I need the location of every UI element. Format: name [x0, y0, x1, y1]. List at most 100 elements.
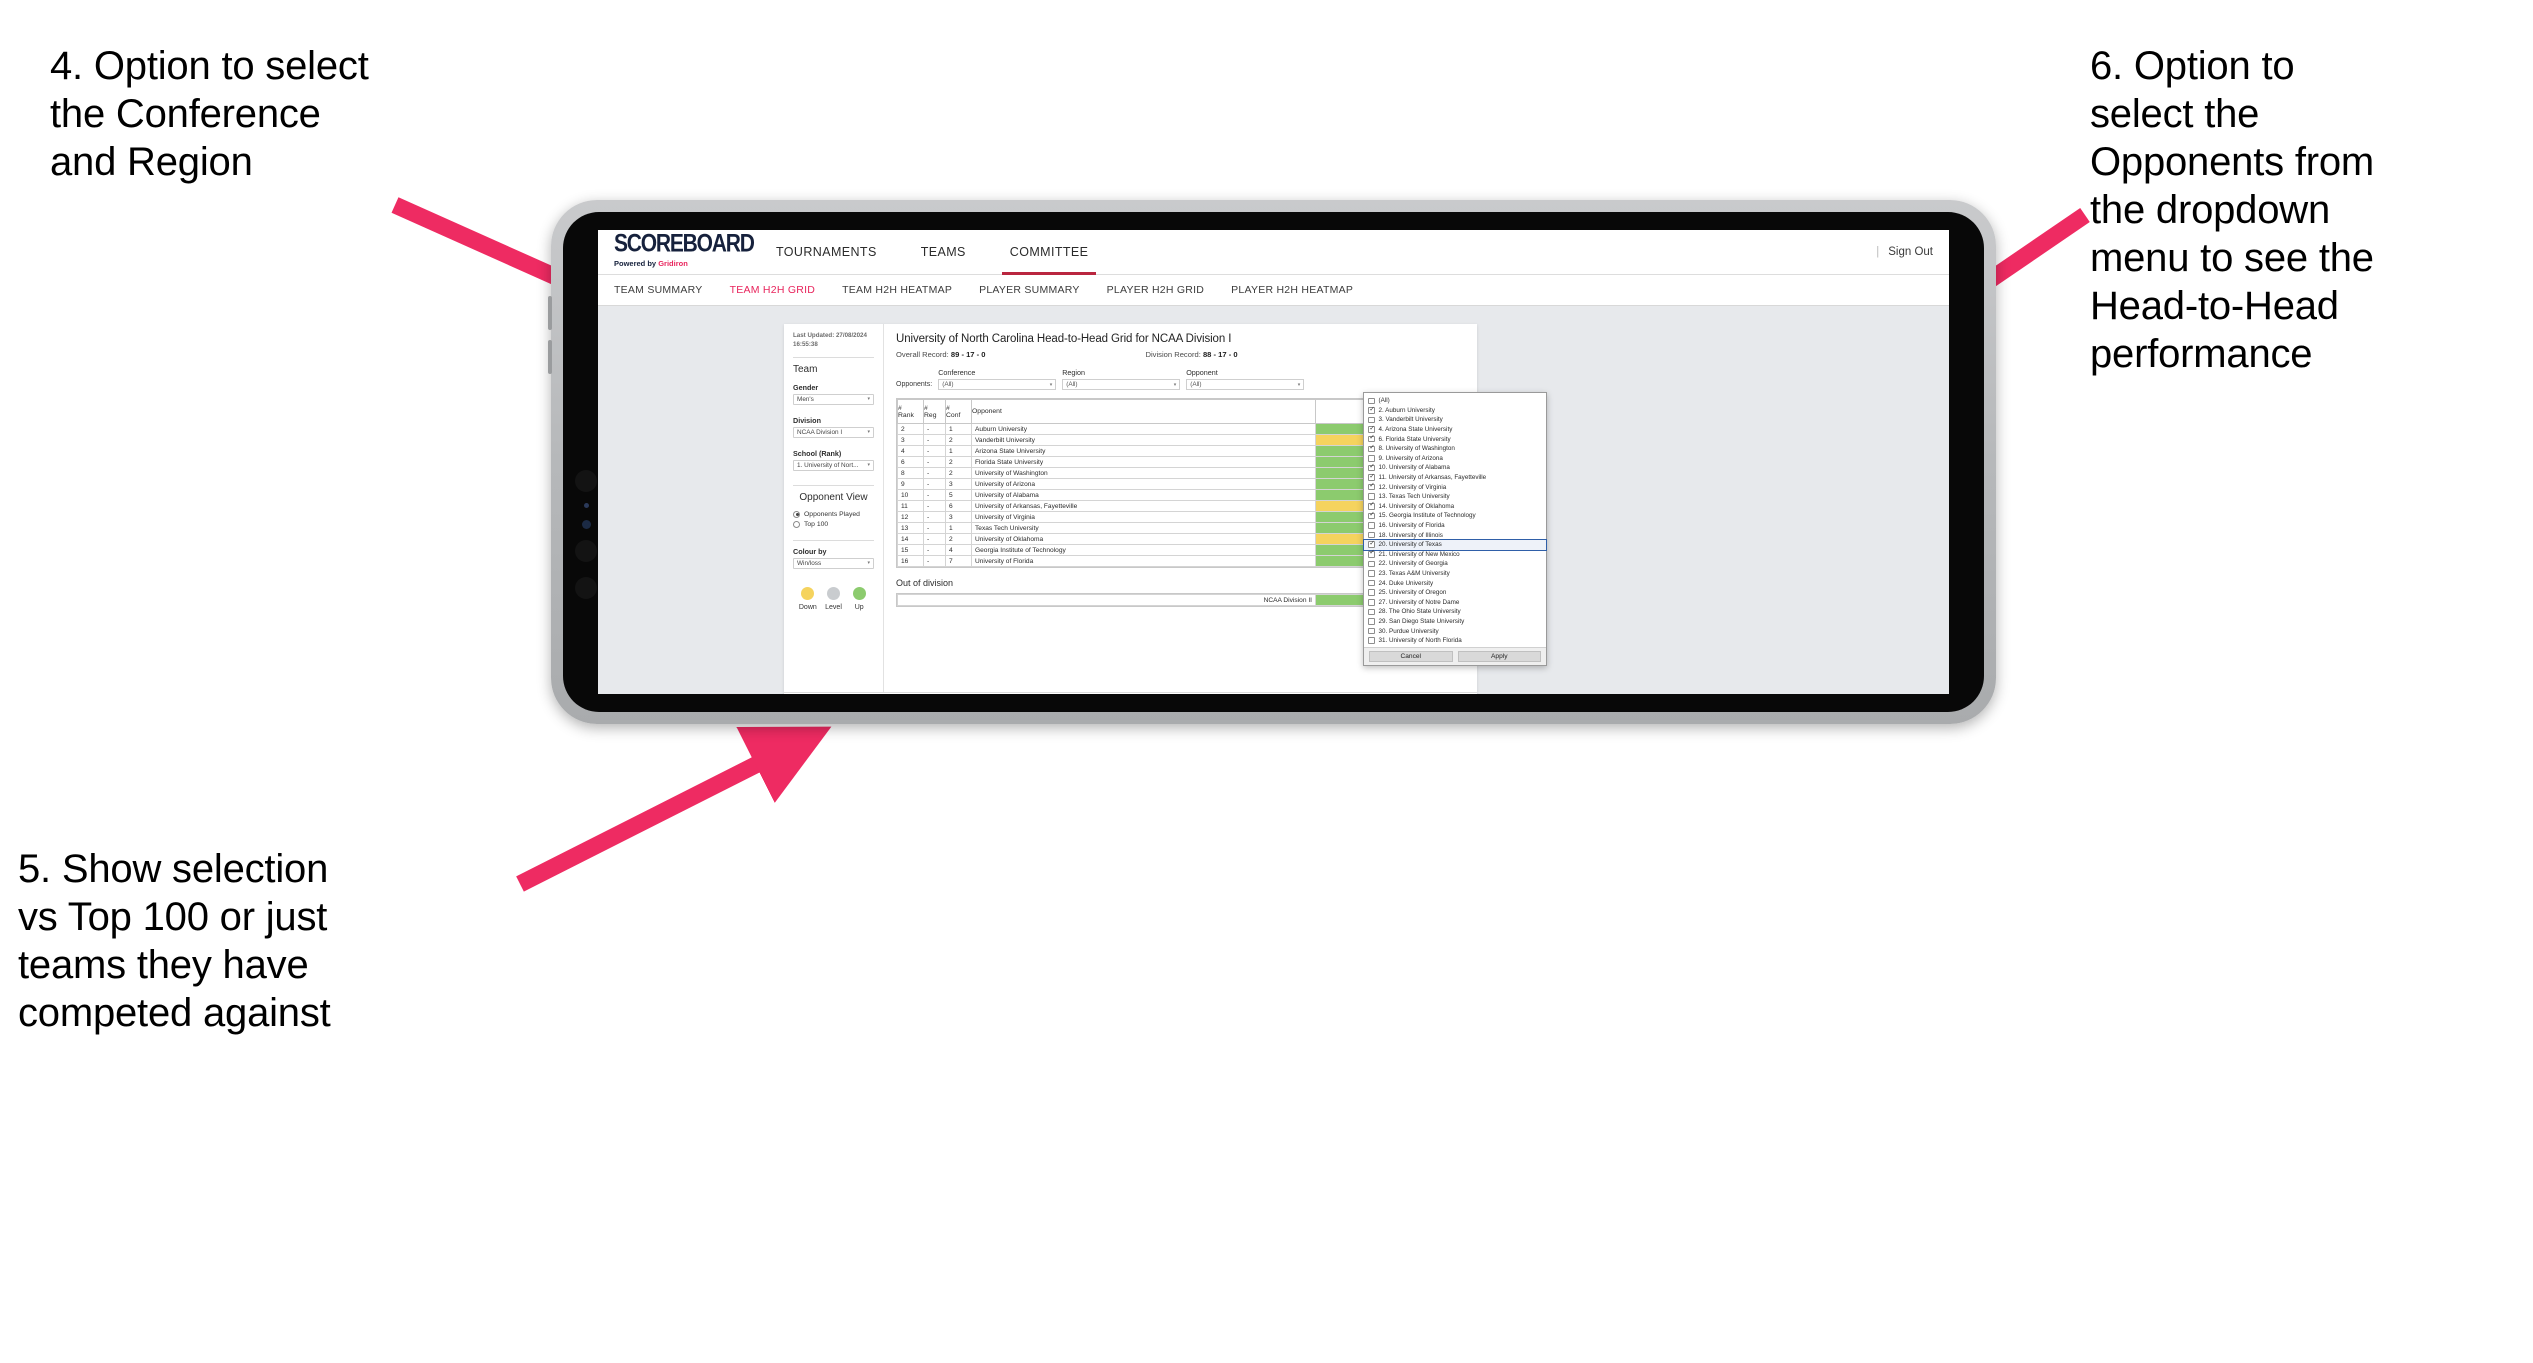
radio-opponents-played[interactable]: Opponents Played [793, 510, 874, 518]
checkbox-unchecked-icon[interactable] [1368, 618, 1375, 625]
cell-conf: 2 [945, 533, 972, 545]
dropdown-item[interactable]: 2. Auburn University [1364, 406, 1546, 416]
checkbox-unchecked-icon[interactable] [1368, 493, 1375, 500]
dropdown-item[interactable]: 21. University of New Mexico [1364, 550, 1546, 560]
dropdown-item[interactable]: 23. Texas A&M University [1364, 569, 1546, 579]
opponent-dropdown-popup[interactable]: (All)2. Auburn University 3. Vanderbilt U… [1363, 392, 1547, 667]
dropdown-item[interactable]: 4. Arizona State University [1364, 425, 1546, 435]
dropdown-item[interactable]: 28. The Ohio State University [1364, 607, 1546, 617]
sign-out-link[interactable]: Sign Out [1888, 246, 1933, 258]
cancel-button[interactable]: Cancel [1369, 651, 1453, 663]
checkbox-checked-icon[interactable] [1368, 407, 1375, 414]
dropdown-item[interactable]: (All) [1364, 396, 1546, 406]
dropdown-item[interactable]: 6. Florida State University [1364, 434, 1546, 444]
opponent-select[interactable]: (All) ▾ [1186, 379, 1305, 390]
dropdown-item[interactable]: 11. University of Arkansas, Fayetteville [1364, 473, 1546, 483]
conference-value: (All) [942, 381, 954, 388]
col-rank[interactable]: # Rank [897, 399, 924, 424]
dropdown-item[interactable]: 29. San Diego State University [1364, 617, 1546, 627]
conference-filter: Conference (All) ▾ [938, 368, 1057, 390]
school-select[interactable]: 1. University of Nort... ▾ [793, 459, 874, 471]
dropdown-item[interactable]: 12. University of Virginia [1364, 482, 1546, 492]
dropdown-item[interactable]: 13. Texas Tech University [1364, 492, 1546, 502]
subtab-team-summary[interactable]: TEAM SUMMARY [614, 284, 703, 296]
cell-rank: 16 [897, 555, 924, 567]
dropdown-item[interactable]: 8. University of Washington [1364, 444, 1546, 454]
opponent-dropdown-list[interactable]: (All)2. Auburn University 3. Vanderbilt U… [1363, 393, 1547, 647]
dropdown-item[interactable]: 27. University of Notre Dame [1364, 597, 1546, 607]
cell-opponent: Georgia Institute of Technology [971, 544, 1316, 556]
app-logo[interactable]: SCOREBOARD Powered by Gridiron [614, 231, 755, 269]
checkbox-checked-icon[interactable] [1368, 503, 1375, 510]
checkbox-checked-icon[interactable] [1368, 426, 1375, 433]
subtab-team-h2h-grid[interactable]: TEAM H2H GRID [730, 284, 816, 296]
dropdown-item[interactable]: 25. University of Oregon [1364, 588, 1546, 598]
region-select[interactable]: (All) ▾ [1062, 379, 1181, 390]
col-opponent[interactable]: Opponent [971, 399, 1316, 424]
overall-record-label: Overall Record: [896, 350, 949, 359]
gender-select[interactable]: Men's ▾ [793, 393, 874, 405]
cell-reg: - [923, 478, 946, 490]
apply-button[interactable]: Apply [1457, 651, 1541, 663]
subtab-player-summary[interactable]: PLAYER SUMMARY [979, 284, 1080, 296]
dropdown-item[interactable]: 31. University of North Florida [1364, 636, 1546, 646]
radio-top-100[interactable]: Top 100 [793, 520, 874, 528]
checkbox-unchecked-icon[interactable] [1368, 522, 1375, 529]
division-record-value: 88 - 17 - 0 [1202, 350, 1238, 359]
cell-reg: - [923, 544, 946, 556]
cell-rank: 6 [897, 456, 924, 468]
dropdown-item[interactable]: 3. Vanderbilt University [1364, 415, 1546, 425]
checkbox-unchecked-icon[interactable] [1368, 570, 1375, 577]
dropdown-item-label: (All) [1378, 397, 1390, 405]
col-reg[interactable]: # Reg [923, 399, 946, 424]
arrow-5 [516, 726, 832, 892]
checkbox-unchecked-icon[interactable] [1368, 589, 1375, 596]
checkbox-unchecked-icon[interactable] [1368, 560, 1375, 568]
col-conf[interactable]: # Conf [945, 399, 972, 424]
colour-by-select[interactable]: Win/loss ▾ [793, 557, 874, 569]
checkbox-checked-icon[interactable] [1368, 464, 1375, 472]
checkbox-checked-icon[interactable] [1368, 474, 1375, 481]
dropdown-item[interactable]: 14. University of Oklahoma [1364, 502, 1546, 512]
checkbox-unchecked-icon[interactable] [1368, 455, 1375, 462]
checkbox-checked-icon[interactable] [1368, 445, 1375, 453]
checkbox-unchecked-icon[interactable] [1368, 599, 1375, 606]
subtab-team-h2h-heatmap[interactable]: TEAM H2H HEATMAP [842, 284, 952, 296]
sub-nav: TEAM SUMMARY TEAM H2H GRID TEAM H2H HEAT… [598, 275, 1949, 306]
dropdown-item[interactable]: 18. University of Illinois [1364, 530, 1546, 540]
nav-committee[interactable]: COMMITTEE [988, 230, 1111, 275]
division-select[interactable]: NCAA Division I ▾ [793, 426, 874, 438]
dropdown-item[interactable]: 24. Duke University [1364, 578, 1546, 588]
dropdown-item[interactable]: 15. Georgia Institute of Technology [1364, 511, 1546, 521]
checkbox-unchecked-icon[interactable] [1368, 416, 1375, 424]
checkbox-checked-icon[interactable] [1368, 435, 1375, 443]
cell-conf: 1 [945, 423, 972, 435]
cell-opponent: University of Arizona [971, 478, 1316, 490]
checkbox-unchecked-icon[interactable] [1368, 637, 1375, 644]
subtab-player-h2h-grid[interactable]: PLAYER H2H GRID [1107, 284, 1205, 296]
cell-rank: 14 [897, 533, 924, 545]
dropdown-item-label: 28. The Ohio State University [1378, 608, 1461, 616]
checkbox-unchecked-icon[interactable] [1368, 531, 1375, 539]
dropdown-item[interactable]: 9. University of Arizona [1364, 454, 1546, 464]
checkbox-checked-icon[interactable] [1368, 550, 1375, 558]
checkbox-unchecked-icon[interactable] [1368, 579, 1375, 587]
dropdown-item[interactable]: 10. University of Alabama [1364, 463, 1546, 473]
checkbox-checked-icon[interactable] [1368, 483, 1375, 491]
checkbox-unchecked-icon[interactable] [1368, 608, 1375, 616]
checkbox-checked-icon[interactable] [1368, 512, 1375, 520]
conference-select[interactable]: (All) ▾ [938, 379, 1057, 390]
dropdown-item[interactable]: 30. Purdue University [1364, 626, 1546, 636]
checkbox-unchecked-icon[interactable] [1368, 627, 1375, 635]
dropdown-item[interactable]: 22. University of Georgia [1364, 559, 1546, 569]
dropdown-item[interactable]: 20. University of Texas [1363, 538, 1547, 551]
nav-tournaments[interactable]: TOURNAMENTS [754, 230, 899, 275]
subtab-player-h2h-heatmap[interactable]: PLAYER H2H HEATMAP [1231, 284, 1353, 296]
screenshot-root: 4. Option to select the Conference and R… [0, 0, 2533, 1363]
checkbox-checked-icon[interactable] [1368, 541, 1375, 548]
dropdown-item[interactable]: 16. University of Florida [1364, 521, 1546, 531]
nav-teams[interactable]: TEAMS [899, 230, 988, 275]
dropdown-item-label: 29. San Diego State University [1378, 617, 1465, 625]
legend-down-label: Down [798, 603, 817, 611]
checkbox-unchecked-icon[interactable] [1368, 397, 1375, 405]
